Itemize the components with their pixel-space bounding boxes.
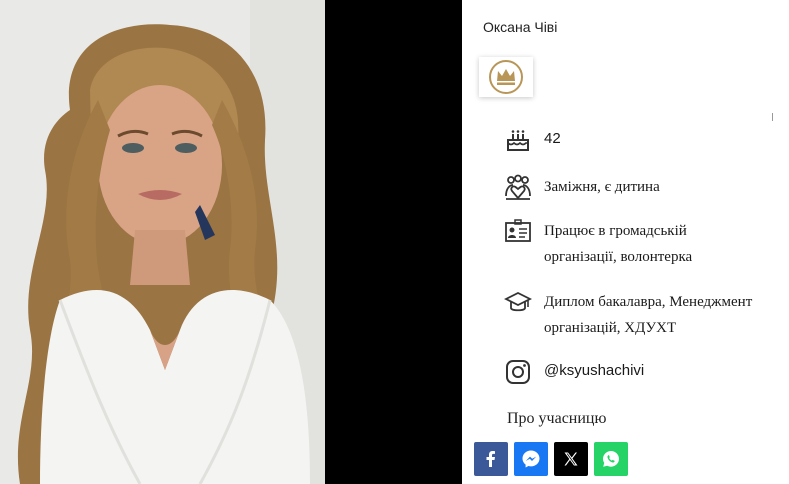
work-row: Працює в громадській організації, волонт… xyxy=(504,218,724,270)
age-row: 42 xyxy=(504,126,561,154)
crown-badge xyxy=(479,57,533,97)
family-row: Заміжня, є дитина xyxy=(504,174,660,202)
messenger-share-button[interactable] xyxy=(514,442,548,476)
family-icon xyxy=(505,174,531,200)
birthday-cake-icon xyxy=(507,130,529,151)
profile-name: Оксана Чіві xyxy=(483,19,558,35)
instagram-row[interactable]: @ksyushachivi xyxy=(504,358,644,386)
instagram-handle[interactable]: @ksyushachivi xyxy=(544,358,644,384)
scrollbar-tick xyxy=(772,113,773,121)
facebook-icon xyxy=(486,451,495,467)
age-value: 42 xyxy=(544,130,561,147)
whatsapp-share-button[interactable] xyxy=(594,442,628,476)
id-card-icon xyxy=(505,219,531,242)
graduation-cap-icon xyxy=(504,291,532,312)
education-info: Диплом бакалавра, Менеджмент організацій… xyxy=(544,294,753,336)
instagram-icon xyxy=(506,360,530,384)
profile-panel: Оксана Чіві 42 Заміжня, є дитина Працює … xyxy=(462,0,789,484)
messenger-icon xyxy=(522,450,540,468)
whatsapp-icon xyxy=(603,451,619,467)
photo-backdrop xyxy=(325,0,462,484)
facebook-share-button[interactable] xyxy=(474,442,508,476)
about-heading: Про учасницю xyxy=(507,410,607,427)
crown-icon xyxy=(489,60,523,94)
education-row: Диплом бакалавра, Менеджмент організацій… xyxy=(504,289,774,341)
family-status: Заміжня, є дитина xyxy=(544,179,660,195)
x-icon xyxy=(564,452,578,466)
x-share-button[interactable] xyxy=(554,442,588,476)
profile-photo xyxy=(0,0,325,484)
work-info: Працює в громадській організації, волонт… xyxy=(544,223,693,265)
